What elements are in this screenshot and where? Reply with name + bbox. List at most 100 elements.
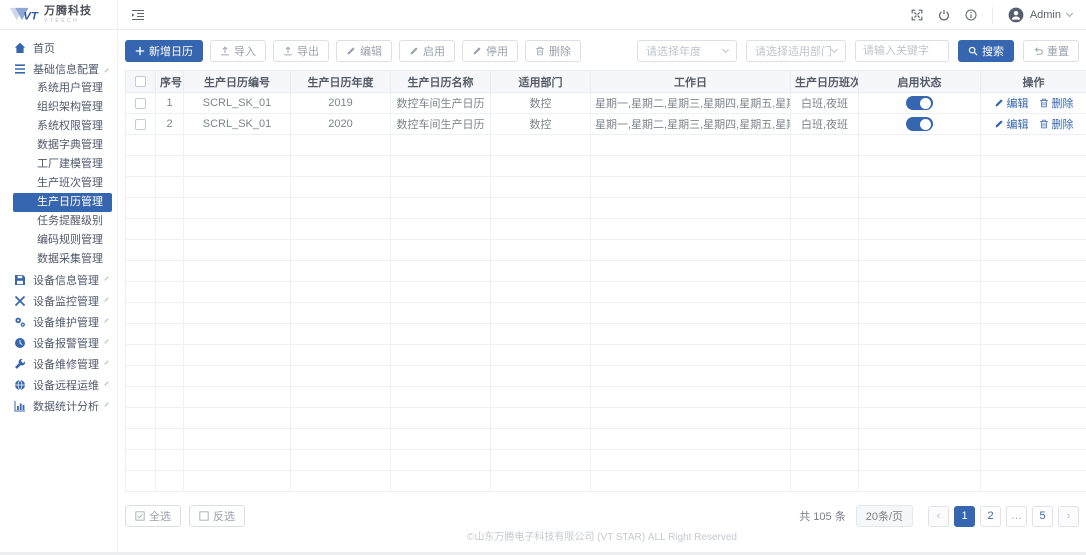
empty-cell <box>791 219 859 240</box>
sidebar-item-data-collection[interactable]: 数据采集管理 <box>0 250 117 269</box>
invert-selection-label: 反选 <box>213 508 235 524</box>
empty-cell <box>491 303 591 324</box>
column-header-label: 生产日历名称 <box>408 77 474 89</box>
next-page-button[interactable]: › <box>1058 506 1079 527</box>
sidebar-item-home[interactable]: 首页 <box>0 37 117 58</box>
empty-cell <box>291 450 391 471</box>
disable-button[interactable]: 停用 <box>462 40 518 62</box>
prev-page-button[interactable]: ‹ <box>928 506 949 527</box>
enable-button[interactable]: 启用 <box>399 40 455 62</box>
row-edit-link[interactable]: 编辑 <box>994 95 1029 111</box>
empty-cell <box>791 198 859 219</box>
page-ellipsis[interactable]: … <box>1006 506 1027 527</box>
empty-cell <box>156 408 184 429</box>
power-icon[interactable] <box>938 9 950 21</box>
empty-cell <box>156 345 184 366</box>
chevron-down-icon <box>104 402 108 406</box>
info-icon[interactable] <box>965 9 977 21</box>
sidebar-item-label: 数据字典管理 <box>37 139 103 151</box>
calendar-table: 序号生产日历编号生产日历年度生产日历名称适用部门工作日生产日历班次启用状态操作 … <box>125 70 1086 492</box>
search-button[interactable]: 搜索 <box>958 40 1014 62</box>
row-checkbox[interactable] <box>135 119 146 130</box>
sidebar-item-production-calendar[interactable]: 生产日历管理 <box>13 193 112 212</box>
empty-cell <box>391 261 491 282</box>
empty-cell <box>791 303 859 324</box>
delete-button[interactable]: 删除 <box>525 40 581 62</box>
sidebar-item-system-permissions[interactable]: 系统权限管理 <box>0 117 117 136</box>
pencil-icon <box>409 46 419 56</box>
empty-cell <box>859 429 981 450</box>
empty-cell <box>156 324 184 345</box>
sidebar-nav: 首页基础信息配置系统用户管理组织架构管理系统权限管理数据字典管理工厂建模管理生产… <box>0 37 117 416</box>
year-select[interactable]: 请选择年度 <box>637 40 737 62</box>
sidebar-item-basic-info-config[interactable]: 基础信息配置 <box>0 58 117 79</box>
sidebar-item-production-shift[interactable]: 生产班次管理 <box>0 174 117 193</box>
trash-icon <box>535 46 545 56</box>
empty-cell <box>156 240 184 261</box>
edit-button[interactable]: 编辑 <box>336 40 392 62</box>
empty-cell <box>391 156 491 177</box>
sidebar-item-device-maintenance[interactable]: 设备维护管理 <box>0 311 117 332</box>
cell-name: 数控车间生产日历 <box>391 93 491 114</box>
cell-index: 2 <box>156 114 184 135</box>
sidebar-item-factory-modeling[interactable]: 工厂建模管理 <box>0 155 117 174</box>
empty-cell <box>859 387 981 408</box>
cell-shifts: 白班,夜班 <box>791 114 859 135</box>
reset-button[interactable]: 重置 <box>1023 40 1079 62</box>
page-button-1[interactable]: 1 <box>954 506 975 527</box>
empty-cell <box>184 156 291 177</box>
header-checkbox[interactable] <box>135 76 146 87</box>
sidebar-item-coding-rules[interactable]: 编码规则管理 <box>0 231 117 250</box>
sidebar-item-device-info[interactable]: 设备信息管理 <box>0 269 117 290</box>
empty-cell <box>184 387 291 408</box>
page-button-5[interactable]: 5 <box>1032 506 1053 527</box>
row-edit-link[interactable]: 编辑 <box>994 116 1029 132</box>
empty-table-row <box>126 282 1086 303</box>
collapse-sidebar-button[interactable] <box>118 0 158 29</box>
fullscreen-icon[interactable] <box>911 9 923 21</box>
empty-table-row <box>126 387 1086 408</box>
empty-table-row <box>126 240 1086 261</box>
sidebar-item-data-statistics[interactable]: 数据统计分析 <box>0 395 117 416</box>
keyword-input[interactable] <box>855 40 949 62</box>
empty-cell <box>126 387 156 408</box>
button-label: 导入 <box>234 43 256 59</box>
empty-cell <box>291 303 391 324</box>
button-label: 删除 <box>549 43 571 59</box>
sidebar-item-device-monitoring[interactable]: 设备监控管理 <box>0 290 117 311</box>
import-button[interactable]: 导入 <box>210 40 266 62</box>
empty-cell <box>291 177 391 198</box>
row-delete-link[interactable]: 删除 <box>1039 95 1074 111</box>
empty-cell <box>791 261 859 282</box>
sidebar-item-device-alarm[interactable]: 设备报警管理 <box>0 332 117 353</box>
export-button[interactable]: 导出 <box>273 40 329 62</box>
enable-toggle[interactable] <box>906 96 933 110</box>
invert-selection-button[interactable]: 反选 <box>189 505 245 527</box>
empty-table-row <box>126 345 1086 366</box>
add-calendar-button[interactable]: 新增日历 <box>125 40 203 62</box>
toolbar: 新增日历 导入 导出编辑 启用 停用 删除 请选择年度 请选择适用部门 搜索 <box>118 30 1086 70</box>
sidebar-item-device-remote-ops[interactable]: 设备远程运维 <box>0 374 117 395</box>
page-button-2[interactable]: 2 <box>980 506 1001 527</box>
sidebar-item-label: 设备远程运维 <box>33 377 99 393</box>
toolbar-button-group: 新增日历 导入 导出编辑 启用 停用 删除 <box>125 40 581 62</box>
button-label: 启用 <box>423 43 445 59</box>
sidebar-item-data-dictionary[interactable]: 数据字典管理 <box>0 136 117 155</box>
year-select-placeholder: 请选择年度 <box>646 43 701 59</box>
page-size-select[interactable]: 20条/页 <box>856 505 913 527</box>
chart-icon <box>14 400 26 412</box>
empty-cell <box>859 156 981 177</box>
user-menu[interactable]: Admin <box>1008 7 1072 23</box>
sidebar-item-org-structure[interactable]: 组织架构管理 <box>0 98 117 117</box>
department-select[interactable]: 请选择适用部门 <box>746 40 846 62</box>
sidebar-item-task-reminder-level[interactable]: 任务提醒级别 <box>0 212 117 231</box>
empty-cell <box>126 177 156 198</box>
sidebar-item-label: 设备报警管理 <box>33 335 99 351</box>
enable-toggle[interactable] <box>906 117 933 131</box>
sidebar-item-system-users[interactable]: 系统用户管理 <box>0 79 117 98</box>
select-all-button[interactable]: 全选 <box>125 505 181 527</box>
sidebar-item-device-repair[interactable]: 设备维修管理 <box>0 353 117 374</box>
row-checkbox[interactable] <box>135 98 146 109</box>
row-delete-link[interactable]: 删除 <box>1039 116 1074 132</box>
empty-cell <box>491 366 591 387</box>
